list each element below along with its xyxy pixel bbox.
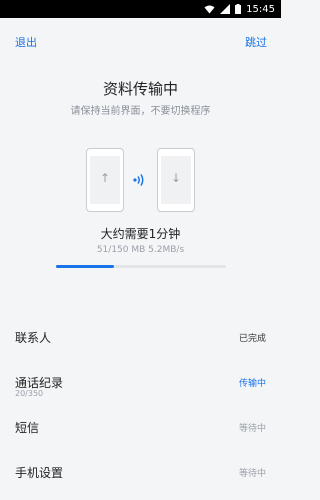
- arrow-down-icon: ↓: [170, 171, 182, 185]
- item-status: 传输中: [238, 379, 266, 389]
- arrow-up-icon: ↑: [99, 171, 111, 185]
- eta-text: 大约需要1分钟: [100, 227, 181, 241]
- progress-fill: [56, 265, 114, 268]
- status-bar: 15:45: [0, 0, 281, 18]
- skip-button[interactable]: 跳过: [245, 34, 267, 50]
- list-item: 通话纪录 20/350 传输中: [0, 357, 281, 402]
- progress-bar: [56, 265, 226, 268]
- item-status: 等待中: [238, 424, 266, 434]
- transfer-item-list: 联系人 已完成 通话纪录 20/350 传输中 短信 等待中 手机设置 等待中: [0, 312, 281, 492]
- page-subtitle: 请保持当前界面，不要切换程序: [70, 106, 211, 117]
- signal-icon: [133, 174, 144, 186]
- transfer-amount: 51/150 MB: [96, 245, 146, 255]
- item-status: 已完成: [238, 334, 266, 344]
- page-title: 资料传输中: [102, 80, 178, 98]
- item-detail: 20/350: [15, 389, 44, 398]
- signal-bars-icon: [220, 4, 231, 14]
- wifi-icon: [204, 5, 215, 13]
- list-item: 短信 等待中: [0, 402, 281, 447]
- progress-info: 51/150 MB 5.2MB/s: [0, 245, 281, 255]
- phone-upload-icon: ↑: [86, 148, 124, 212]
- status-time: 15:45: [246, 3, 275, 15]
- list-item: 手机设置 等待中: [0, 447, 281, 492]
- list-item: 联系人 已完成: [0, 312, 281, 357]
- exit-button[interactable]: 退出: [15, 34, 37, 50]
- phone-download-icon: ↓: [157, 148, 195, 212]
- status-icons: 15:45: [204, 2, 275, 16]
- item-name: 联系人: [15, 331, 52, 345]
- item-name: 手机设置: [15, 466, 64, 480]
- battery-icon: [235, 4, 242, 14]
- top-nav: 退出 跳过: [0, 18, 281, 62]
- item-name: 短信: [15, 421, 40, 435]
- item-status: 等待中: [238, 469, 266, 479]
- transfer-speed: 5.2MB/s: [148, 245, 185, 255]
